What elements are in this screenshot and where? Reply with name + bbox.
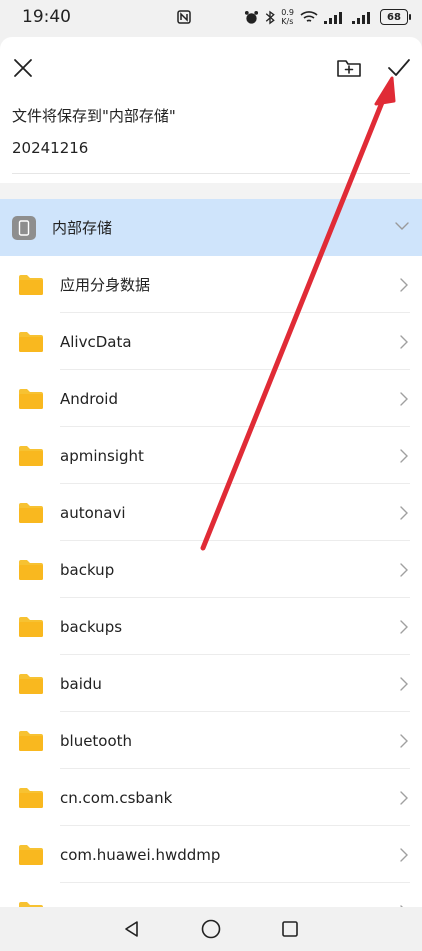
signal-icon-2 xyxy=(352,11,370,24)
dialog-toolbar xyxy=(0,37,422,95)
folder-row[interactable]: Android xyxy=(0,370,422,427)
folder-icon xyxy=(18,616,44,638)
folder-label: AlivcData xyxy=(60,332,132,351)
chevron-right-icon xyxy=(400,335,408,349)
folder-icon xyxy=(18,388,44,410)
chevron-right-icon xyxy=(400,278,408,292)
chevron-right-icon xyxy=(400,506,408,520)
folder-icon xyxy=(18,331,44,353)
chevron-right-icon xyxy=(400,620,408,634)
folder-label: baidu xyxy=(60,674,102,693)
system-nav-bar xyxy=(0,907,422,951)
chevron-right-icon xyxy=(400,848,408,862)
folder-label: Android xyxy=(60,389,118,408)
folder-row[interactable]: 应用分身数据 xyxy=(0,256,422,313)
folder-icon xyxy=(18,844,44,866)
folder-icon xyxy=(18,673,44,695)
folder-row[interactable]: backups xyxy=(0,598,422,655)
new-folder-button[interactable] xyxy=(334,53,364,83)
recents-nav-icon[interactable] xyxy=(280,919,300,939)
folder-icon xyxy=(18,730,44,752)
folder-list: 应用分身数据 AlivcData Android apminsight auto… xyxy=(0,256,422,907)
folder-row[interactable]: apminsight xyxy=(0,427,422,484)
folder-label: backup xyxy=(60,560,115,579)
folder-icon xyxy=(18,445,44,467)
save-dialog: 文件将保存到"内部存储" 内部存储 应用分身数据 AlivcData Andro… xyxy=(0,37,422,907)
alarm-icon xyxy=(245,10,259,24)
folder-row[interactable]: baidu xyxy=(0,655,422,712)
folder-row[interactable]: com.huawei.hwddmp xyxy=(0,826,422,883)
folder-label: apminsight xyxy=(60,446,144,465)
status-icons: 0.9 K/s 68 xyxy=(176,8,411,26)
folder-row[interactable]: cn.com.csbank xyxy=(0,769,422,826)
chevron-right-icon xyxy=(400,392,408,406)
chevron-right-icon xyxy=(400,563,408,577)
signal-icon xyxy=(324,11,342,24)
status-time: 19:40 xyxy=(22,7,71,27)
status-bar: 19:40 0.9 K/s 68 xyxy=(0,0,422,34)
folder-row[interactable] xyxy=(0,883,422,907)
check-icon xyxy=(388,59,410,76)
folder-row[interactable]: backup xyxy=(0,541,422,598)
chevron-right-icon xyxy=(400,449,408,463)
folder-label: backups xyxy=(60,617,123,636)
chevron-down-icon xyxy=(395,222,409,230)
wifi-icon xyxy=(300,11,318,22)
folder-label: cn.com.csbank xyxy=(60,788,173,807)
bluetooth-icon xyxy=(266,10,276,24)
folder-icon xyxy=(18,787,44,809)
nfc-icon xyxy=(177,10,192,24)
folder-label: 应用分身数据 xyxy=(60,276,151,294)
phone-icon xyxy=(12,215,36,240)
section-gap xyxy=(0,183,422,199)
new-folder-icon xyxy=(337,60,361,77)
net-speed: 0.9 K/s xyxy=(281,8,294,26)
back-nav-icon[interactable] xyxy=(122,919,142,939)
chevron-right-icon xyxy=(400,734,408,748)
battery-indicator: 68 xyxy=(380,9,411,25)
input-underline xyxy=(12,173,410,174)
folder-icon xyxy=(18,502,44,524)
folder-row[interactable]: bluetooth xyxy=(0,712,422,769)
close-button[interactable] xyxy=(8,53,38,83)
folder-label: com.huawei.hwddmp xyxy=(60,845,221,864)
chevron-right-icon xyxy=(400,791,408,805)
close-icon xyxy=(14,59,32,77)
storage-row-internal[interactable]: 内部存储 xyxy=(0,199,422,256)
storage-label: 内部存储 xyxy=(52,219,113,237)
file-name-input[interactable] xyxy=(12,139,408,157)
confirm-button[interactable] xyxy=(384,53,414,83)
folder-icon xyxy=(18,559,44,581)
folder-label: autonavi xyxy=(60,503,126,522)
folder-row[interactable]: autonavi xyxy=(0,484,422,541)
folder-icon xyxy=(18,274,44,296)
folder-label: bluetooth xyxy=(60,731,133,750)
chevron-right-icon xyxy=(400,677,408,691)
home-nav-icon[interactable] xyxy=(200,918,222,940)
folder-row[interactable]: AlivcData xyxy=(0,313,422,370)
save-location-text: 文件将保存到"内部存储" xyxy=(12,107,176,125)
